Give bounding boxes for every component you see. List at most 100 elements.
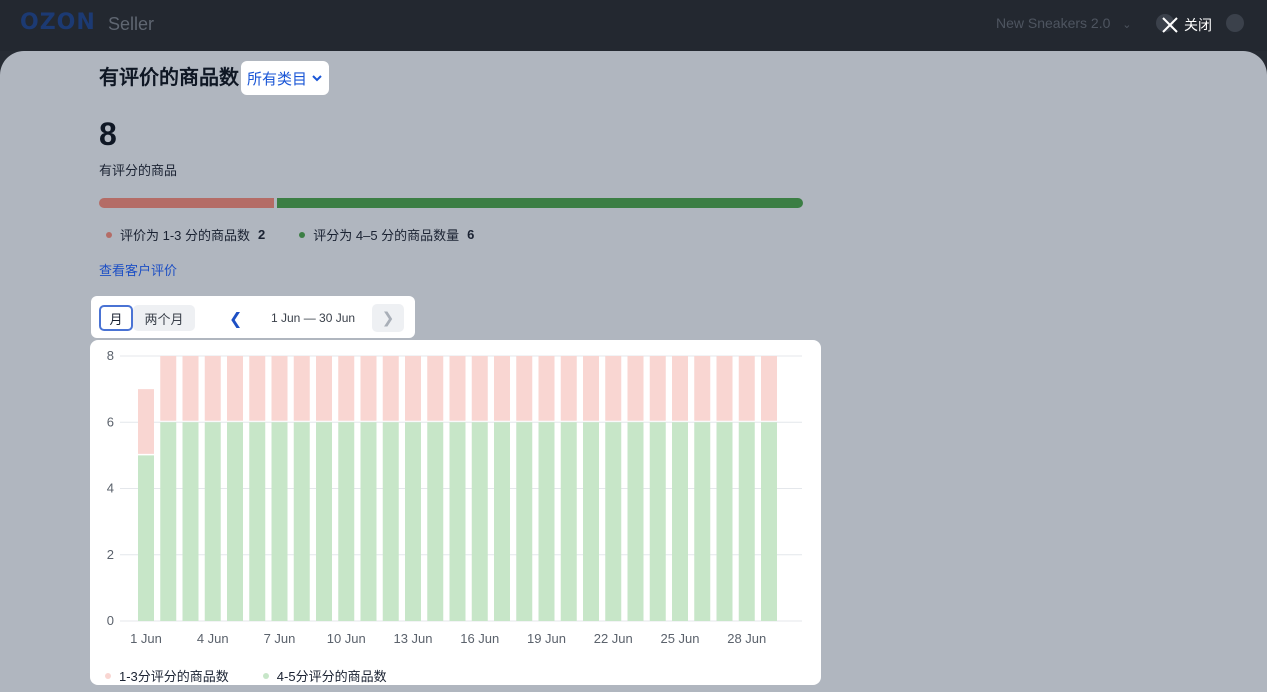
bar-low-rating	[138, 389, 154, 454]
x-tick-label: 22 Jun	[594, 631, 633, 646]
next-period-button[interactable]: ❯	[372, 304, 404, 332]
ratio-low-value: 2	[258, 227, 266, 242]
low-dot-icon	[106, 231, 112, 238]
bar-low-rating	[649, 356, 666, 421]
ozon-logo[interactable]: OZON	[20, 10, 96, 35]
high-series-dot-icon	[262, 672, 269, 679]
bar-high-rating	[538, 422, 555, 621]
x-tick-label: 10 Jun	[327, 631, 366, 646]
ratio-legend: 评价为 1-3 分的商品数 2 评分为 4–5 分的商品数量 6	[106, 225, 474, 244]
x-tick-label: 28 Jun	[727, 631, 766, 646]
stacked-bar-chart: 0 2 4 6 8 1 Jun 4 Jun 7 Jun 10 Jun 13 Jun 16 Jun 19…	[107, 348, 802, 646]
bar-low-rating	[672, 356, 688, 421]
bar-high-rating	[471, 422, 488, 621]
bar-high-rating	[583, 422, 599, 621]
top-bar: OZON Seller New Sneakers 2.0 ⌄ 关闭	[0, 0, 1267, 51]
bar-low-rating	[538, 356, 555, 421]
bar-high-rating	[227, 422, 243, 621]
bar-low-rating	[271, 356, 288, 421]
bar-high-rating	[738, 422, 755, 621]
x-tick-label: 13 Jun	[393, 631, 432, 646]
bar-high-rating	[672, 422, 688, 621]
bar-low-rating	[761, 356, 777, 421]
bar-high-rating	[182, 422, 199, 621]
period-selector: 月 两个月 ❮ 1 Jun — 30 Jun ❯	[91, 296, 415, 338]
store-switcher[interactable]: New Sneakers 2.0 ⌄	[996, 15, 1132, 31]
close-icon	[1162, 17, 1178, 33]
chevron-left-icon[interactable]: ❮	[229, 309, 242, 329]
period-two-months-button[interactable]: 两个月	[133, 305, 195, 331]
help-icon[interactable]	[1226, 14, 1244, 32]
view-reviews-link[interactable]: 查看客户评价	[99, 260, 177, 279]
bar-low-rating	[560, 356, 577, 421]
bar-low-rating	[627, 356, 644, 421]
x-tick-label: 4 Jun	[197, 631, 229, 646]
high-dot-icon	[299, 231, 306, 238]
bar-high-rating	[627, 422, 644, 621]
bar-high-rating	[316, 422, 332, 621]
bar-high-rating	[138, 455, 154, 621]
close-label: 关闭	[1184, 17, 1212, 33]
ratio-high-value: 6	[467, 227, 475, 242]
bar-low-rating	[583, 356, 599, 421]
bar-high-rating	[427, 422, 444, 621]
category-select-value: 所有类目	[247, 70, 308, 88]
bar-low-rating	[160, 356, 177, 421]
bar-high-rating	[649, 422, 666, 621]
x-tick-label: 25 Jun	[660, 631, 699, 646]
bar-high-rating	[293, 422, 310, 621]
x-tick-label: 1 Jun	[130, 631, 162, 646]
bar-low-rating	[293, 356, 310, 421]
bar-low-rating	[227, 356, 243, 421]
total-caption: 有评分的商品	[99, 163, 178, 178]
logo-seller-text: Seller	[108, 14, 155, 34]
bar-high-rating	[405, 422, 421, 621]
x-tick-label: 7 Jun	[264, 631, 296, 646]
x-tick-label: 16 Jun	[460, 631, 499, 646]
ratio-bar-low-segment	[99, 198, 275, 208]
bar-low-rating	[471, 356, 488, 421]
bar-high-rating	[382, 422, 399, 621]
bar-high-rating	[761, 422, 777, 621]
bar-low-rating	[338, 356, 355, 421]
y-tick-label: 2	[107, 547, 114, 562]
bar-high-rating	[716, 422, 733, 621]
y-tick-label: 8	[107, 348, 114, 363]
y-tick-label: 0	[107, 613, 114, 628]
legend-low-label: 1-3分评分的商品数	[119, 669, 229, 684]
bar-low-rating	[494, 356, 510, 421]
chevron-down-icon	[312, 75, 322, 82]
bar-low-rating	[716, 356, 733, 421]
page-title: 有评价的商品数	[99, 67, 239, 89]
bar-low-rating	[427, 356, 444, 421]
bar-high-rating	[560, 422, 577, 621]
y-tick-label: 6	[107, 414, 114, 429]
bar-low-rating	[694, 356, 711, 421]
ratio-low-label: 评价为 1-3 分的商品数	[120, 228, 251, 243]
bar-low-rating	[182, 356, 199, 421]
close-button[interactable]: 关闭	[1160, 12, 1212, 38]
period-month-button[interactable]: 月	[99, 305, 133, 331]
bar-high-rating	[160, 422, 177, 621]
date-range: 1 Jun — 30 Jun	[271, 311, 356, 325]
bar-low-rating	[360, 356, 377, 421]
x-tick-label: 19 Jun	[527, 631, 566, 646]
bar-high-rating	[271, 422, 288, 621]
category-select[interactable]: 所有类目	[241, 61, 330, 95]
ratio-legend-low: 评价为 1-3 分的商品数 2	[106, 225, 265, 244]
ratio-high-label: 评分为 4–5 分的商品数量	[313, 228, 460, 243]
chart-container: 0 2 4 6 8 1 Jun 4 Jun 7 Jun 10 Jun 13 Jun 16 Jun 19…	[90, 340, 821, 685]
bar-high-rating	[494, 422, 510, 621]
legend-high-label: 4-5分评分的商品数	[276, 669, 387, 684]
chevron-down-icon: ⌄	[1122, 19, 1132, 31]
y-tick-label: 4	[107, 481, 114, 496]
bar-low-rating	[204, 356, 221, 421]
chevron-right-icon: ❯	[381, 310, 395, 327]
bar-high-rating	[338, 422, 355, 621]
bar-low-rating	[382, 356, 399, 421]
bar-high-rating	[605, 422, 622, 621]
chart-legend: 1-3分评分的商品数 4-5分评分的商品数	[105, 666, 387, 685]
bar-low-rating	[249, 356, 266, 421]
bar-high-rating	[249, 422, 266, 621]
bar-low-rating	[449, 356, 466, 421]
